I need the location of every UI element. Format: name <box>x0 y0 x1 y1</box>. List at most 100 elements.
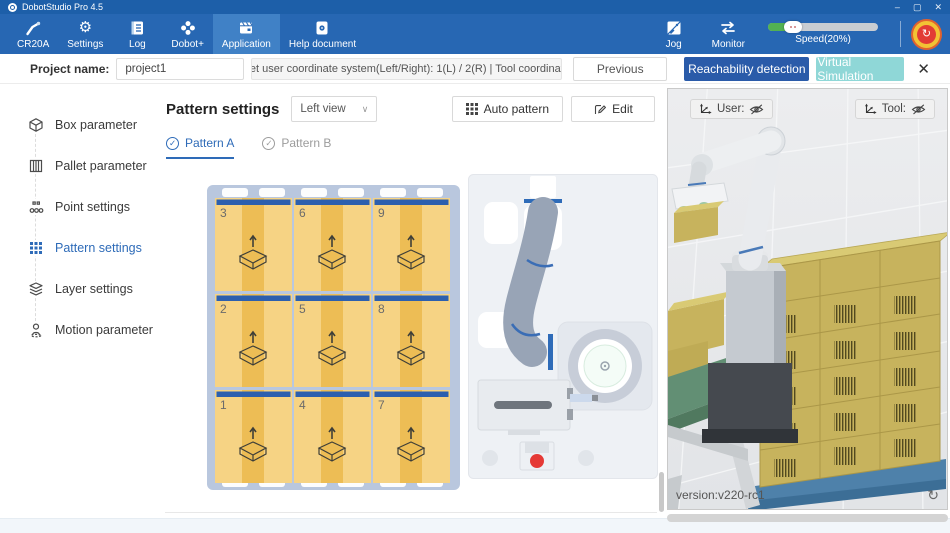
layers-icon <box>28 281 44 297</box>
nav-item-robot[interactable]: CR20A <box>8 14 58 54</box>
sidebar-item-layer-settings[interactable]: Layer settings <box>0 268 160 309</box>
svg-text:3: 3 <box>220 206 227 220</box>
nav-label: Jog <box>666 39 682 50</box>
refresh-icon[interactable]: ↻ <box>927 487 939 504</box>
pattern-tile[interactable]: 4 <box>294 390 371 483</box>
robot-arm-icon <box>24 19 42 37</box>
nav-item-log[interactable]: Log <box>112 14 162 54</box>
estop-icon: ↻ <box>917 25 936 44</box>
divider <box>900 21 901 47</box>
sidebar-item-label: Pallet parameter <box>55 159 147 173</box>
pattern-tile[interactable]: 1 <box>215 390 292 483</box>
nav-label: Log <box>129 39 146 50</box>
pallet-icon <box>28 158 44 174</box>
tab-pattern-a[interactable]: ✓ Pattern A <box>166 136 234 159</box>
robot-layout-topview <box>468 174 658 479</box>
svg-text:4: 4 <box>299 398 306 412</box>
axis-icon <box>864 103 877 115</box>
pattern-grid-icon <box>28 240 44 256</box>
project-name-input[interactable] <box>116 58 244 80</box>
app-body: Box parameter Pallet parameter Point set… <box>0 84 950 518</box>
svg-text:8: 8 <box>378 302 385 316</box>
nav-label: Monitor <box>712 39 745 50</box>
previous-button[interactable]: Previous <box>573 57 667 81</box>
box-icon <box>28 117 44 133</box>
dobot-plus-icon <box>179 19 197 37</box>
pattern-settings-panel: Pattern settings Left view ∨ Auto patter… <box>160 84 665 518</box>
speed-slider-knob[interactable] <box>784 21 802 33</box>
eye-slash-icon <box>749 104 764 115</box>
sidebar: Box parameter Pallet parameter Point set… <box>0 84 160 518</box>
simulation-3d-view[interactable]: User: Tool: version:v220-rc1 ↻ <box>667 88 948 510</box>
vertical-scrollbar[interactable] <box>659 472 664 512</box>
sidebar-item-pallet-parameter[interactable]: Pallet parameter <box>0 145 160 186</box>
speed-slider[interactable] <box>768 23 878 31</box>
nav-item-dobot-plus[interactable]: Dobot+ <box>162 14 213 54</box>
nav-item-jog[interactable]: Jog <box>649 19 699 50</box>
monitor-icon <box>719 19 737 37</box>
view-select-value: Left view <box>300 103 345 115</box>
speed-label: Speed(20%) <box>795 34 851 45</box>
pattern-tile[interactable]: 3 <box>215 198 292 291</box>
tab-label: Pattern A <box>185 136 234 150</box>
titlebar: DobotStudio Pro 4.5 – ▢ ✕ <box>0 0 950 14</box>
application-icon <box>237 19 255 37</box>
sidebar-item-pattern-settings[interactable]: Pattern settings <box>0 227 160 268</box>
minimize-button[interactable]: – <box>895 2 900 12</box>
nav-label: Settings <box>67 39 103 50</box>
sidebar-item-label: Box parameter <box>55 118 137 132</box>
svg-text:9: 9 <box>378 206 385 220</box>
simulation-panel: User: Tool: version:v220-rc1 ↻ <box>665 84 950 518</box>
tab-pattern-b[interactable]: ✓ Pattern B <box>262 136 331 159</box>
pattern-tile[interactable]: 8 <box>373 294 450 387</box>
page-title: Pattern settings <box>166 101 279 118</box>
main-navbar: CR20A ⚙ Settings Log Dobot+ <box>0 14 950 54</box>
sidebar-item-point-settings[interactable]: Point settings <box>0 186 160 227</box>
horizontal-scrollbar[interactable] <box>667 514 948 522</box>
pattern-tile[interactable]: 5 <box>294 294 371 387</box>
pattern-tile[interactable]: 2 <box>215 294 292 387</box>
pattern-tile[interactable]: 7 <box>373 390 450 483</box>
close-window-button[interactable]: ✕ <box>934 2 942 12</box>
project-name-label: Project name: <box>30 62 109 76</box>
restore-button[interactable]: ▢ <box>913 2 922 12</box>
points-icon <box>28 199 44 215</box>
check-circle-icon: ✓ <box>262 137 275 150</box>
project-toolbar: Project name: Pallet user coordinate sys… <box>0 54 950 84</box>
log-icon <box>128 19 146 37</box>
sidebar-item-motion-parameter[interactable]: Motion parameter <box>0 309 160 350</box>
app-window: DobotStudio Pro 4.5 – ▢ ✕ CR20A ⚙ Settin… <box>0 0 950 533</box>
user-frame-toggle[interactable]: User: <box>690 99 773 119</box>
nav-item-help[interactable]: Help document <box>280 14 365 54</box>
close-panel-icon[interactable]: ✕ <box>911 60 936 78</box>
gear-icon: ⚙ <box>79 19 92 37</box>
axis-icon <box>699 103 712 115</box>
coordinate-info: Pallet user coordinate system(Left/Right… <box>251 58 562 80</box>
help-document-icon <box>313 19 331 37</box>
virtual-simulation-button[interactable]: Virtual Simulation <box>816 57 904 81</box>
auto-pattern-label: Auto pattern <box>484 102 549 116</box>
grid-icon <box>466 103 478 115</box>
reachability-detection-button[interactable]: Reachability detection <box>684 57 809 81</box>
pallet-pattern-diagram: 3 6 9 2 5 <box>207 185 460 490</box>
nav-item-monitor[interactable]: Monitor <box>703 19 754 50</box>
pattern-tile[interactable]: 6 <box>294 198 371 291</box>
svg-text:7: 7 <box>378 398 385 412</box>
version-label: version:v220-rc1 <box>676 488 765 502</box>
estop-marker <box>530 454 544 468</box>
emergency-stop-button[interactable]: ↻ <box>913 21 940 48</box>
nav-label: Dobot+ <box>171 39 204 50</box>
pattern-tile[interactable]: 9 <box>373 198 450 291</box>
divider <box>165 512 657 513</box>
speed-control: Speed(20%) <box>758 23 888 45</box>
view-select[interactable]: Left view ∨ <box>291 96 377 122</box>
edit-button[interactable]: Edit <box>571 96 655 122</box>
auto-pattern-button[interactable]: Auto pattern <box>452 96 563 122</box>
nav-item-settings[interactable]: ⚙ Settings <box>58 14 112 54</box>
sidebar-item-box-parameter[interactable]: Box parameter <box>0 104 160 145</box>
edit-icon <box>593 103 606 116</box>
svg-text:5: 5 <box>299 302 306 316</box>
nav-item-application[interactable]: Application <box>213 14 280 54</box>
tool-frame-toggle[interactable]: Tool: <box>855 99 935 119</box>
sidebar-item-label: Point settings <box>55 200 130 214</box>
